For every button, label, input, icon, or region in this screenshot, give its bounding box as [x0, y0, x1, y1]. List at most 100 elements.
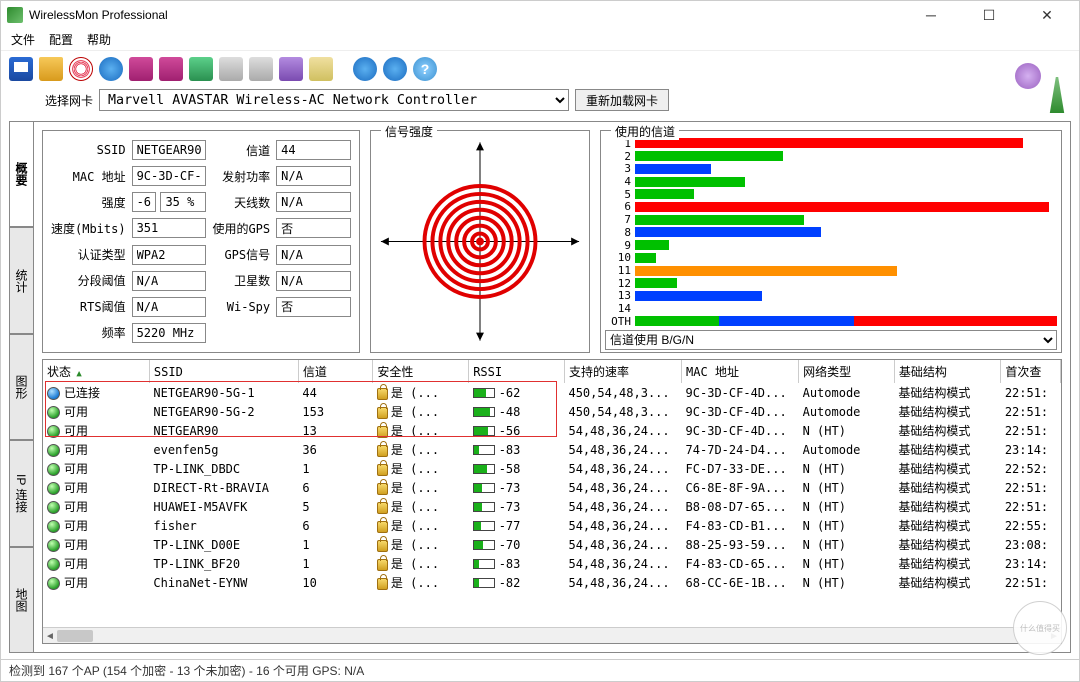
tab-stats[interactable]: 统计 — [9, 227, 33, 333]
rts-label: RTS阈值 — [51, 298, 126, 315]
wispy-field[interactable] — [276, 297, 351, 317]
channel-row: 7 — [605, 214, 1057, 226]
tab-graph[interactable]: 图形 — [9, 334, 33, 440]
print-icon[interactable] — [219, 57, 243, 81]
table-row[interactable]: 可用TP-LINK_DBDC1是 (...-5854,48,36,24...FC… — [43, 459, 1061, 478]
table-row[interactable]: 可用HUAWEI-M5AVFK5是 (...-7354,48,36,24...B… — [43, 497, 1061, 516]
col-channel[interactable]: 信道 — [298, 360, 373, 383]
signal-radar-panel: 信号强度 — [370, 130, 590, 353]
print-preview-icon[interactable] — [249, 57, 273, 81]
channel-label: 2 — [605, 150, 631, 163]
col-ssid[interactable]: SSID — [149, 360, 298, 383]
channel-row: 9 — [605, 239, 1057, 251]
update-icon[interactable] — [383, 57, 407, 81]
watermark: 什么值得买 — [1013, 601, 1067, 655]
gpssig-field[interactable] — [276, 245, 351, 265]
ap-table-header-row: 状态 SSID 信道 安全性 RSSI 支持的速率 MAC 地址 网络类型 基础… — [43, 360, 1061, 383]
window-controls: ─ ☐ ✕ — [911, 7, 1073, 24]
table-row[interactable]: 可用evenfen5g36是 (...-8354,48,36,24...74-7… — [43, 440, 1061, 459]
tab-summary[interactable]: 概要 — [9, 121, 33, 227]
txpower-field[interactable] — [276, 166, 351, 186]
col-mac[interactable]: MAC 地址 — [682, 360, 799, 383]
gpsused-field[interactable] — [276, 218, 351, 238]
speed-field[interactable] — [132, 218, 207, 238]
strength-dbm-field[interactable] — [132, 192, 157, 212]
frag-label: 分段阈值 — [51, 272, 126, 289]
channel-bar — [635, 253, 1057, 263]
frag-field[interactable] — [132, 271, 207, 291]
tool-icon-1[interactable] — [129, 57, 153, 81]
notes-icon[interactable] — [309, 57, 333, 81]
web-icon[interactable] — [353, 57, 377, 81]
status-dot-icon — [47, 539, 60, 552]
rssi-indicator — [473, 407, 495, 417]
table-row[interactable]: 可用NETGEAR9013是 (...-5654,48,36,24...9C-3… — [43, 421, 1061, 440]
mac-field[interactable] — [132, 166, 207, 186]
auth-field[interactable] — [132, 245, 207, 265]
channel-field[interactable] — [276, 140, 351, 160]
mac-label: MAC 地址 — [51, 168, 126, 185]
freq-field[interactable] — [132, 323, 207, 343]
scroll-left-icon[interactable]: ◄ — [43, 628, 57, 644]
help-icon[interactable] — [413, 57, 437, 81]
clipboard-icon[interactable] — [279, 57, 303, 81]
channel-label: 6 — [605, 200, 631, 213]
globe-icon[interactable] — [99, 57, 123, 81]
rts-field[interactable] — [132, 297, 207, 317]
table-row[interactable]: 可用NETGEAR90-5G-2153是 (...-48450,54,48,3.… — [43, 402, 1061, 421]
col-rates[interactable]: 支持的速率 — [564, 360, 681, 383]
table-row[interactable]: 已连接NETGEAR90-5G-144是 (...-62450,54,48,3.… — [43, 383, 1061, 402]
channel-mode-select[interactable]: 信道使用 B/G/N — [605, 330, 1057, 350]
statusbar: 检测到 167 个AP (154 个加密 - 13 个未加密) - 16 个可用… — [1, 659, 1079, 681]
menu-config[interactable]: 配置 — [49, 31, 73, 48]
sat-field[interactable] — [276, 271, 351, 291]
auth-label: 认证类型 — [51, 246, 126, 263]
col-nettype[interactable]: 网络类型 — [799, 360, 895, 383]
tool-icon-2[interactable] — [159, 57, 183, 81]
save-icon[interactable] — [9, 57, 33, 81]
status-dot-icon — [47, 387, 60, 400]
scroll-thumb[interactable] — [57, 630, 93, 642]
lock-icon — [377, 407, 388, 419]
ssid-field[interactable] — [132, 140, 207, 160]
col-firstseen[interactable]: 首次查 — [1001, 360, 1061, 383]
minimize-button[interactable]: ─ — [911, 7, 951, 24]
strength-pct-field[interactable] — [160, 192, 206, 212]
channel-row: 3 — [605, 163, 1057, 175]
wispy-label: Wi-Spy — [212, 300, 270, 314]
channel-row: 8 — [605, 226, 1057, 238]
status-dot-icon — [47, 577, 60, 590]
table-row[interactable]: 可用DIRECT-Rt-BRAVIA6是 (...-7354,48,36,24.… — [43, 478, 1061, 497]
lock-icon — [377, 502, 388, 514]
target-icon[interactable] — [69, 57, 93, 81]
table-row[interactable]: 可用TP-LINK_BF201是 (...-8354,48,36,24...F4… — [43, 554, 1061, 573]
lock-icon — [377, 540, 388, 552]
menu-help[interactable]: 帮助 — [87, 31, 111, 48]
nic-select[interactable]: Marvell AVASTAR Wireless-AC Network Cont… — [99, 89, 569, 111]
table-row[interactable]: 可用ChinaNet-EYNW10是 (...-8254,48,36,24...… — [43, 573, 1061, 592]
app-icon — [7, 7, 23, 23]
col-status[interactable]: 状态 — [43, 360, 149, 383]
col-rssi[interactable]: RSSI — [469, 360, 565, 383]
col-infra[interactable]: 基础结构 — [894, 360, 1000, 383]
menubar: 文件 配置 帮助 — [1, 29, 1079, 51]
table-row[interactable]: 可用TP-LINK_D00E1是 (...-7054,48,36,24...88… — [43, 535, 1061, 554]
reload-nic-button[interactable]: 重新加载网卡 — [575, 89, 669, 111]
col-security[interactable]: 安全性 — [373, 360, 469, 383]
brand-logo — [1015, 63, 1071, 113]
menu-file[interactable]: 文件 — [11, 31, 35, 48]
lock-icon — [377, 483, 388, 495]
maximize-button[interactable]: ☐ — [969, 7, 1009, 24]
status-dot-icon — [47, 558, 60, 571]
horizontal-scrollbar[interactable]: ◄ ► — [43, 627, 1061, 643]
main-panel: SSID 信道 MAC 地址 发射功率 强度 天线数 速度(Mbit — [33, 121, 1071, 653]
open-icon[interactable] — [39, 57, 63, 81]
tab-ipconn[interactable]: IP 连接 — [9, 440, 33, 546]
close-button[interactable]: ✕ — [1027, 7, 1067, 24]
channel-row: OTH — [605, 315, 1057, 327]
table-row[interactable]: 可用fisher6是 (...-7754,48,36,24...F4-83-CD… — [43, 516, 1061, 535]
antennas-field[interactable] — [276, 192, 351, 212]
tool-icon-3[interactable] — [189, 57, 213, 81]
tab-map[interactable]: 地图 — [9, 547, 33, 653]
channel-bar — [635, 151, 1057, 161]
